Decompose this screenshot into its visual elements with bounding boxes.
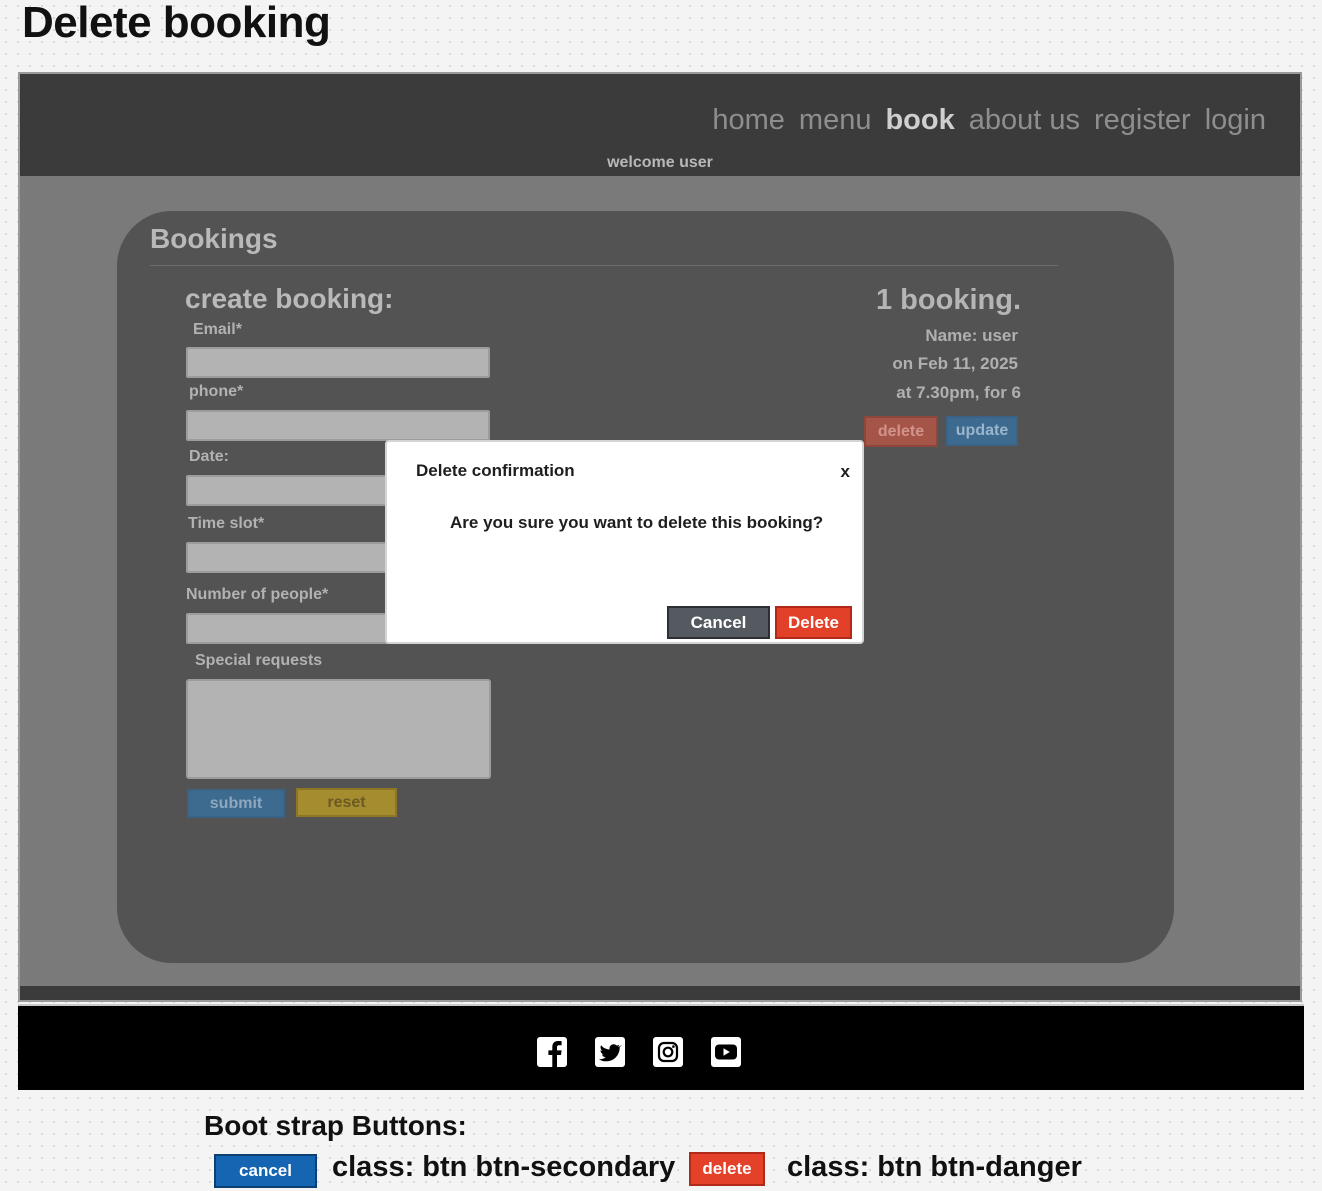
site-footer — [18, 1004, 1304, 1090]
legend-cancel-swatch: cancel — [214, 1154, 317, 1188]
modal-close-button[interactable]: x — [841, 462, 850, 482]
nav-menu[interactable]: menu — [799, 104, 872, 137]
heading-divider — [150, 265, 1058, 266]
reset-button[interactable]: reset — [296, 788, 397, 817]
phone-label: phone* — [189, 383, 244, 400]
people-label: Number of people* — [186, 586, 329, 603]
create-booking-heading: create booking: — [185, 283, 394, 314]
modal-message: Are you sure you want to delete this boo… — [450, 513, 824, 532]
time-slot-label: Time slot* — [188, 515, 265, 532]
nav-register[interactable]: register — [1094, 104, 1191, 137]
booking-name: Name: user — [925, 326, 1018, 345]
social-links — [536, 1036, 742, 1068]
booking-date: on Feb 11, 2025 — [892, 354, 1018, 373]
legend-delete-swatch: delete — [689, 1152, 765, 1186]
modal-cancel-button[interactable]: Cancel — [667, 606, 770, 639]
legend-cancel-class: class: btn btn-secondary — [332, 1151, 676, 1183]
welcome-message: welcome user — [607, 154, 713, 171]
youtube-icon[interactable] — [710, 1036, 742, 1068]
modal-title: Delete confirmation — [416, 461, 575, 480]
twitter-icon[interactable] — [594, 1036, 626, 1068]
booking-count: 1 booking. — [876, 284, 1021, 316]
instagram-icon[interactable] — [652, 1036, 684, 1068]
requests-label: Special requests — [195, 652, 323, 669]
nav-login[interactable]: login — [1205, 104, 1266, 137]
delete-confirmation-modal: Delete confirmation x Are you sure you w… — [385, 440, 864, 644]
modal-delete-button[interactable]: Delete — [775, 606, 852, 639]
page-title: Delete booking — [22, 0, 331, 47]
submit-button[interactable]: submit — [187, 789, 285, 818]
date-label: Date: — [189, 448, 230, 465]
email-field[interactable] — [186, 347, 490, 378]
booking-delete-button[interactable]: delete — [864, 416, 938, 447]
main-nav: home menu book about us register login — [712, 104, 1266, 137]
booking-time: at 7.30pm, for 6 — [896, 383, 1021, 402]
email-label: Email* — [193, 321, 242, 338]
bookings-heading: Bookings — [150, 223, 278, 254]
facebook-icon[interactable] — [536, 1036, 568, 1068]
nav-book[interactable]: book — [885, 104, 954, 137]
legend-delete-class: class: btn btn-danger — [787, 1151, 1082, 1183]
phone-field[interactable] — [186, 410, 490, 441]
nav-about-us[interactable]: about us — [969, 104, 1080, 137]
nav-home[interactable]: home — [712, 104, 785, 137]
booking-update-button[interactable]: update — [946, 416, 1018, 446]
requests-textarea[interactable] — [186, 679, 491, 779]
legend-title: Boot strap Buttons: — [204, 1110, 467, 1141]
